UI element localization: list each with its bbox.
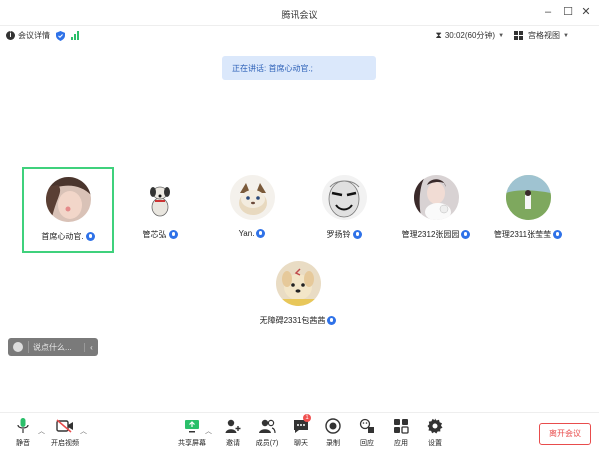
settings-label: 设置 [428,440,442,447]
chevron-up-icon[interactable]: ︿ [205,426,212,436]
participant-name: 管理2312张园园 [401,230,460,239]
microphone-icon [553,230,563,239]
network-signal-icon[interactable] [71,31,79,40]
avatar [230,175,275,220]
shield-icon[interactable] [56,30,65,41]
avatar [322,175,367,220]
react-label: 回应 [360,440,374,447]
speaking-indicator: 正在讲话: 首席心动官.; [222,56,376,80]
microphone-icon [256,229,266,238]
members-button[interactable]: 成员(7) [250,417,284,448]
chevron-down-icon: ▼ [563,32,569,39]
share-label: 共享屏幕 [178,440,206,447]
divider [28,341,29,353]
timer-text: 30:02(60分钟) [444,31,496,40]
invite-label: 邀请 [226,440,240,447]
meeting-info-label: 会议详情 [18,31,50,40]
window-title: 腾讯会议 [281,10,318,20]
microphone-icon [85,232,95,241]
reaction-icon [358,417,376,435]
avatar [506,175,551,220]
chat-icon: 1 [292,414,311,435]
collapse-chevron-icon[interactable]: ‹ [84,342,98,352]
settings-button[interactable]: 设置 [418,417,452,448]
mute-button[interactable]: 静音 [6,417,40,448]
participant-name: 无障碍2331包茜茜 [259,316,326,325]
chat-placeholder[interactable]: 说点什么... [33,342,72,353]
hourglass-icon: ⧗ [435,30,442,40]
participant-tile[interactable]: 首席心动官. [22,167,114,253]
gear-icon [426,417,444,435]
minimize-icon[interactable]: – [541,6,555,18]
share-screen-button[interactable]: 共享屏幕 [175,417,209,448]
chat-label: 聊天 [294,440,308,447]
participant-name: 罗扬铃 [326,230,351,239]
apps-grid-icon [392,417,410,435]
grid-view-icon [514,31,524,40]
participant-tile[interactable]: 管理2311张莹莹 [482,167,574,253]
apps-label: 应用 [394,440,408,447]
participant-tile[interactable]: 管芯弘 [114,167,206,253]
react-button[interactable]: 回应 [350,417,384,448]
start-video-button[interactable]: 开启视频 [48,417,82,448]
video-label: 开启视频 [51,440,79,447]
participant-name: 首席心动官. [41,232,84,241]
microphone-icon [327,316,337,325]
participant-tile[interactable]: 无障碍2331包茜茜 [252,253,344,339]
microphone-icon [168,230,178,239]
participant-name: Yan. [238,229,255,238]
microphone-icon [14,417,32,435]
participant-name: 管芯弘 [142,230,167,239]
participant-tile[interactable]: 罗扬铃 [298,167,390,253]
add-person-icon [224,417,242,435]
camera-off-icon [56,417,74,435]
avatar [414,175,459,220]
members-icon [258,417,276,435]
maximize-icon[interactable]: ☐ [561,6,575,18]
avatar [276,261,321,306]
view-switch-button[interactable]: 宫格视图 ▼ [514,30,569,41]
chevron-down-icon: ▼ [498,32,505,39]
chat-button[interactable]: 1 聊天 [284,414,318,448]
chat-quick-input[interactable]: 说点什么... ‹ [8,338,98,356]
view-label: 宫格视图 [528,31,561,40]
avatar [46,177,91,222]
share-screen-icon [183,417,201,435]
unread-badge: 1 [303,414,311,422]
members-label: 成员(7) [255,440,279,447]
meeting-timer[interactable]: ⧗ 30:02(60分钟) ▼ [436,30,505,41]
meeting-info-button[interactable]: i 会议详情 [6,30,50,41]
chevron-up-icon[interactable]: ︿ [38,426,45,436]
microphone-icon [352,230,362,239]
participant-tile[interactable]: 管理2312张园园 [390,167,482,253]
participant-tile[interactable]: Yan. [206,167,298,253]
info-icon: i [6,31,15,40]
leave-meeting-button[interactable]: 离开会议 [539,423,591,445]
chat-bubble-icon [13,342,23,352]
invite-button[interactable]: 邀请 [216,417,250,448]
bottom-toolbar: 静音 ︿ 开启视频 ︿ 共享屏幕 ︿ 邀请 成员(7) 1 聊天 录制 回应 应… [0,412,599,452]
record-button[interactable]: 录制 [316,417,350,448]
mute-label: 静音 [16,440,30,447]
apps-button[interactable]: 应用 [384,417,418,448]
title-bar: 腾讯会议 – ☐ ✕ [0,0,599,26]
participant-name: 管理2311张莹莹 [493,230,552,239]
record-icon [324,417,342,435]
chevron-up-icon[interactable]: ︿ [80,426,87,436]
microphone-icon [461,230,471,239]
meeting-info-bar: i 会议详情 ⧗ 30:02(60分钟) ▼ 宫格视图 ▼ [0,26,599,46]
avatar [138,175,183,220]
record-label: 录制 [326,440,340,447]
close-icon[interactable]: ✕ [579,6,593,18]
